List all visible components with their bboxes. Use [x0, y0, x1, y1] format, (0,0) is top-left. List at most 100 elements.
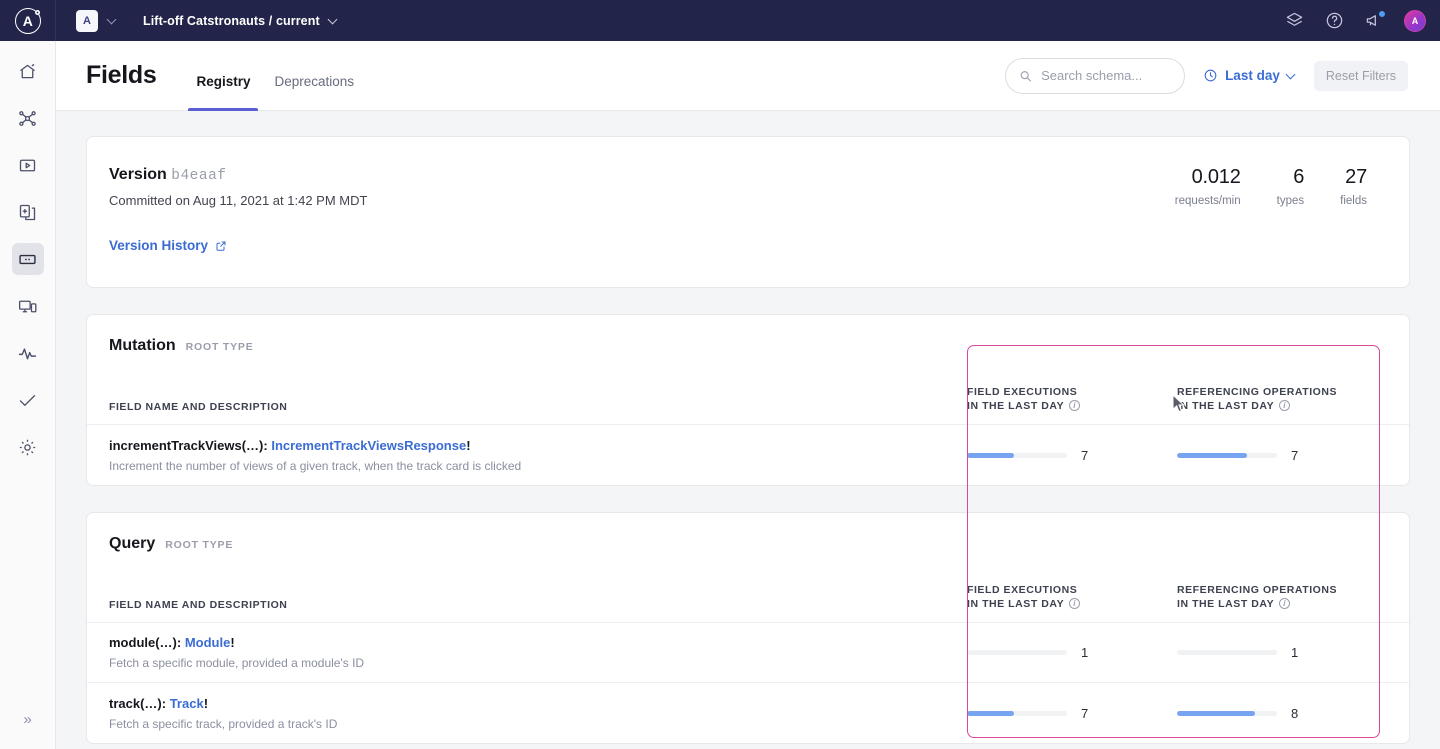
search-input[interactable]	[1041, 68, 1172, 83]
tab-deprecations[interactable]: Deprecations	[266, 41, 362, 111]
info-icon[interactable]: i	[1279, 400, 1291, 412]
topbar-actions: A	[1284, 9, 1440, 32]
app-root: A A Lift-off Catstronauts / current A » …	[0, 0, 1440, 749]
stat-fields: 27 fields	[1340, 166, 1367, 207]
breadcrumb[interactable]: Lift-off Catstronauts / current	[143, 14, 338, 28]
column-header-line2: IN THE LAST DAY	[967, 399, 1065, 412]
type-name: Query	[109, 535, 156, 552]
table-row[interactable]: incrementTrackViews(…): IncrementTrackVi…	[87, 425, 1409, 485]
type-kind: ROOT TYPE	[165, 539, 234, 551]
sidebar-item-explorer[interactable]	[12, 149, 44, 181]
progress-bar	[1177, 710, 1277, 716]
stat-label: requests/min	[1174, 195, 1241, 207]
version-card: Version b4eaaf Committed on Aug 11, 2021…	[86, 136, 1410, 288]
progress-bar	[1177, 452, 1277, 458]
column-header-field-executions: FIELD EXECUTIONS IN THE LAST DAY i	[967, 385, 1177, 424]
metric-referencing-operations: 8	[1177, 706, 1387, 721]
time-range-chevron-down-icon[interactable]	[1287, 71, 1296, 80]
sidebar-item-metrics[interactable]	[12, 337, 44, 369]
version-history-link[interactable]: Version History	[109, 238, 227, 253]
field-description: Increment the number of views of a given…	[109, 458, 522, 473]
non-null-marker: !	[466, 437, 471, 453]
info-icon[interactable]: i	[1069, 400, 1081, 412]
external-link-icon	[216, 241, 226, 251]
field-name: incrementTrackViews(…):	[109, 437, 268, 453]
type-kind: ROOT TYPE	[185, 341, 254, 353]
version-stats: 0.012 requests/min 6 types 27 fields	[1175, 166, 1387, 255]
field-signature: module(…): Module!	[109, 635, 967, 650]
field-signature: incrementTrackViews(…): IncrementTrackVi…	[109, 438, 967, 453]
tab-registry[interactable]: Registry	[188, 41, 259, 111]
metric-value: 7	[1081, 705, 1089, 721]
metric-referencing-operations: 7	[1177, 448, 1387, 463]
apollo-logo[interactable]: A	[0, 0, 56, 41]
reset-filters-button[interactable]: Reset Filters	[1313, 60, 1408, 91]
sidebar-item-clients[interactable]	[12, 290, 44, 322]
version-committed-text: Committed on Aug 11, 2021 at 1:42 PM MDT	[109, 193, 368, 208]
progress-bar	[967, 710, 1067, 716]
time-range-label: Last day	[1225, 68, 1280, 83]
progress-bar	[967, 650, 1067, 655]
column-header-line2: IN THE LAST DAY	[967, 597, 1065, 610]
time-range-picker[interactable]: Last day	[1203, 68, 1296, 83]
sidebar-item-schema[interactable]	[12, 196, 44, 228]
stat-requests-per-min: 0.012 requests/min	[1175, 166, 1241, 207]
field-return-type[interactable]: Module	[185, 635, 231, 650]
page-title: Fields	[86, 61, 157, 89]
progress-bar	[967, 452, 1067, 458]
column-header-field: FIELD NAME AND DESCRIPTION	[109, 599, 288, 611]
sidebar-item-checks[interactable]	[12, 384, 44, 416]
sidebar-expand-button[interactable]: »	[12, 703, 44, 735]
notification-dot	[1378, 9, 1386, 18]
sidebar-item-graph[interactable]	[12, 102, 44, 134]
stat-label: types	[1276, 195, 1305, 207]
column-header-line2: IN THE LAST DAY	[1177, 399, 1275, 412]
breadcrumb-chevron-down-icon[interactable]	[329, 16, 338, 25]
stat-value: 27	[1345, 166, 1367, 188]
logo-letter: A	[22, 12, 33, 29]
stat-label: fields	[1340, 195, 1367, 207]
column-header-line2: IN THE LAST DAY	[1177, 597, 1275, 610]
metric-value: 1	[1081, 645, 1089, 660]
type-heading: Query ROOT TYPE	[87, 513, 1409, 553]
page-tabs: Registry Deprecations	[188, 41, 362, 111]
stat-value: 0.012	[1191, 166, 1241, 188]
table-header-row: FIELD NAME AND DESCRIPTION FIELD EXECUTI…	[87, 355, 1409, 425]
page-header: Fields Registry Deprecations Last day Re…	[56, 41, 1440, 111]
column-header-line1: REFERENCING OPERATIONS	[1177, 583, 1338, 596]
sidebar-item-settings[interactable]	[12, 431, 44, 463]
field-description: Fetch a specific module, provided a modu…	[109, 656, 365, 670]
table-row[interactable]: module(…): Module! Fetch a specific modu…	[87, 623, 1409, 683]
sidebar-item-home[interactable]	[12, 55, 44, 87]
search-schema-box[interactable]	[1005, 57, 1186, 94]
avatar-letter: A	[1411, 15, 1419, 26]
fields-table: FIELD NAME AND DESCRIPTION FIELD EXECUTI…	[87, 355, 1409, 485]
sidebar-item-fields[interactable]	[11, 243, 44, 275]
fields-table: FIELD NAME AND DESCRIPTION FIELD EXECUTI…	[87, 553, 1409, 743]
metric-referencing-operations: 1	[1177, 645, 1387, 660]
left-sidebar: »	[0, 41, 56, 749]
type-name: Mutation	[109, 337, 176, 354]
field-return-type[interactable]: Track	[170, 696, 204, 711]
info-icon[interactable]: i	[1069, 598, 1081, 610]
version-label: Version	[109, 166, 167, 183]
avatar[interactable]: A	[1404, 9, 1426, 32]
field-cell: track(…): Track! Fetch a specific track,…	[87, 696, 967, 731]
table-row[interactable]: track(…): Track! Fetch a specific track,…	[87, 683, 1409, 743]
metric-field-executions: 7	[967, 706, 1177, 721]
megaphone-icon[interactable]	[1364, 9, 1386, 31]
layers-icon[interactable]	[1284, 11, 1304, 31]
graph-switcher-chevron-down-icon[interactable]	[108, 16, 117, 25]
type-card-query: Query ROOT TYPE FIELD NAME AND DESCRIPTI…	[86, 512, 1410, 744]
version-hash: b4eaaf	[171, 168, 227, 184]
info-icon[interactable]: i	[1279, 598, 1291, 610]
field-name: module(…):	[109, 635, 182, 650]
header-tools: Last day Reset Filters	[1005, 57, 1440, 94]
field-cell: module(…): Module! Fetch a specific modu…	[87, 635, 967, 670]
type-heading: Mutation ROOT TYPE	[87, 315, 1409, 355]
help-circle-icon[interactable]	[1324, 11, 1344, 31]
column-header-field-executions: FIELD EXECUTIONS IN THE LAST DAY i	[967, 583, 1177, 622]
metric-value: 7	[1081, 447, 1089, 463]
graph-avatar-badge[interactable]: A	[76, 9, 98, 32]
field-return-type[interactable]: IncrementTrackViewsResponse	[271, 438, 466, 453]
